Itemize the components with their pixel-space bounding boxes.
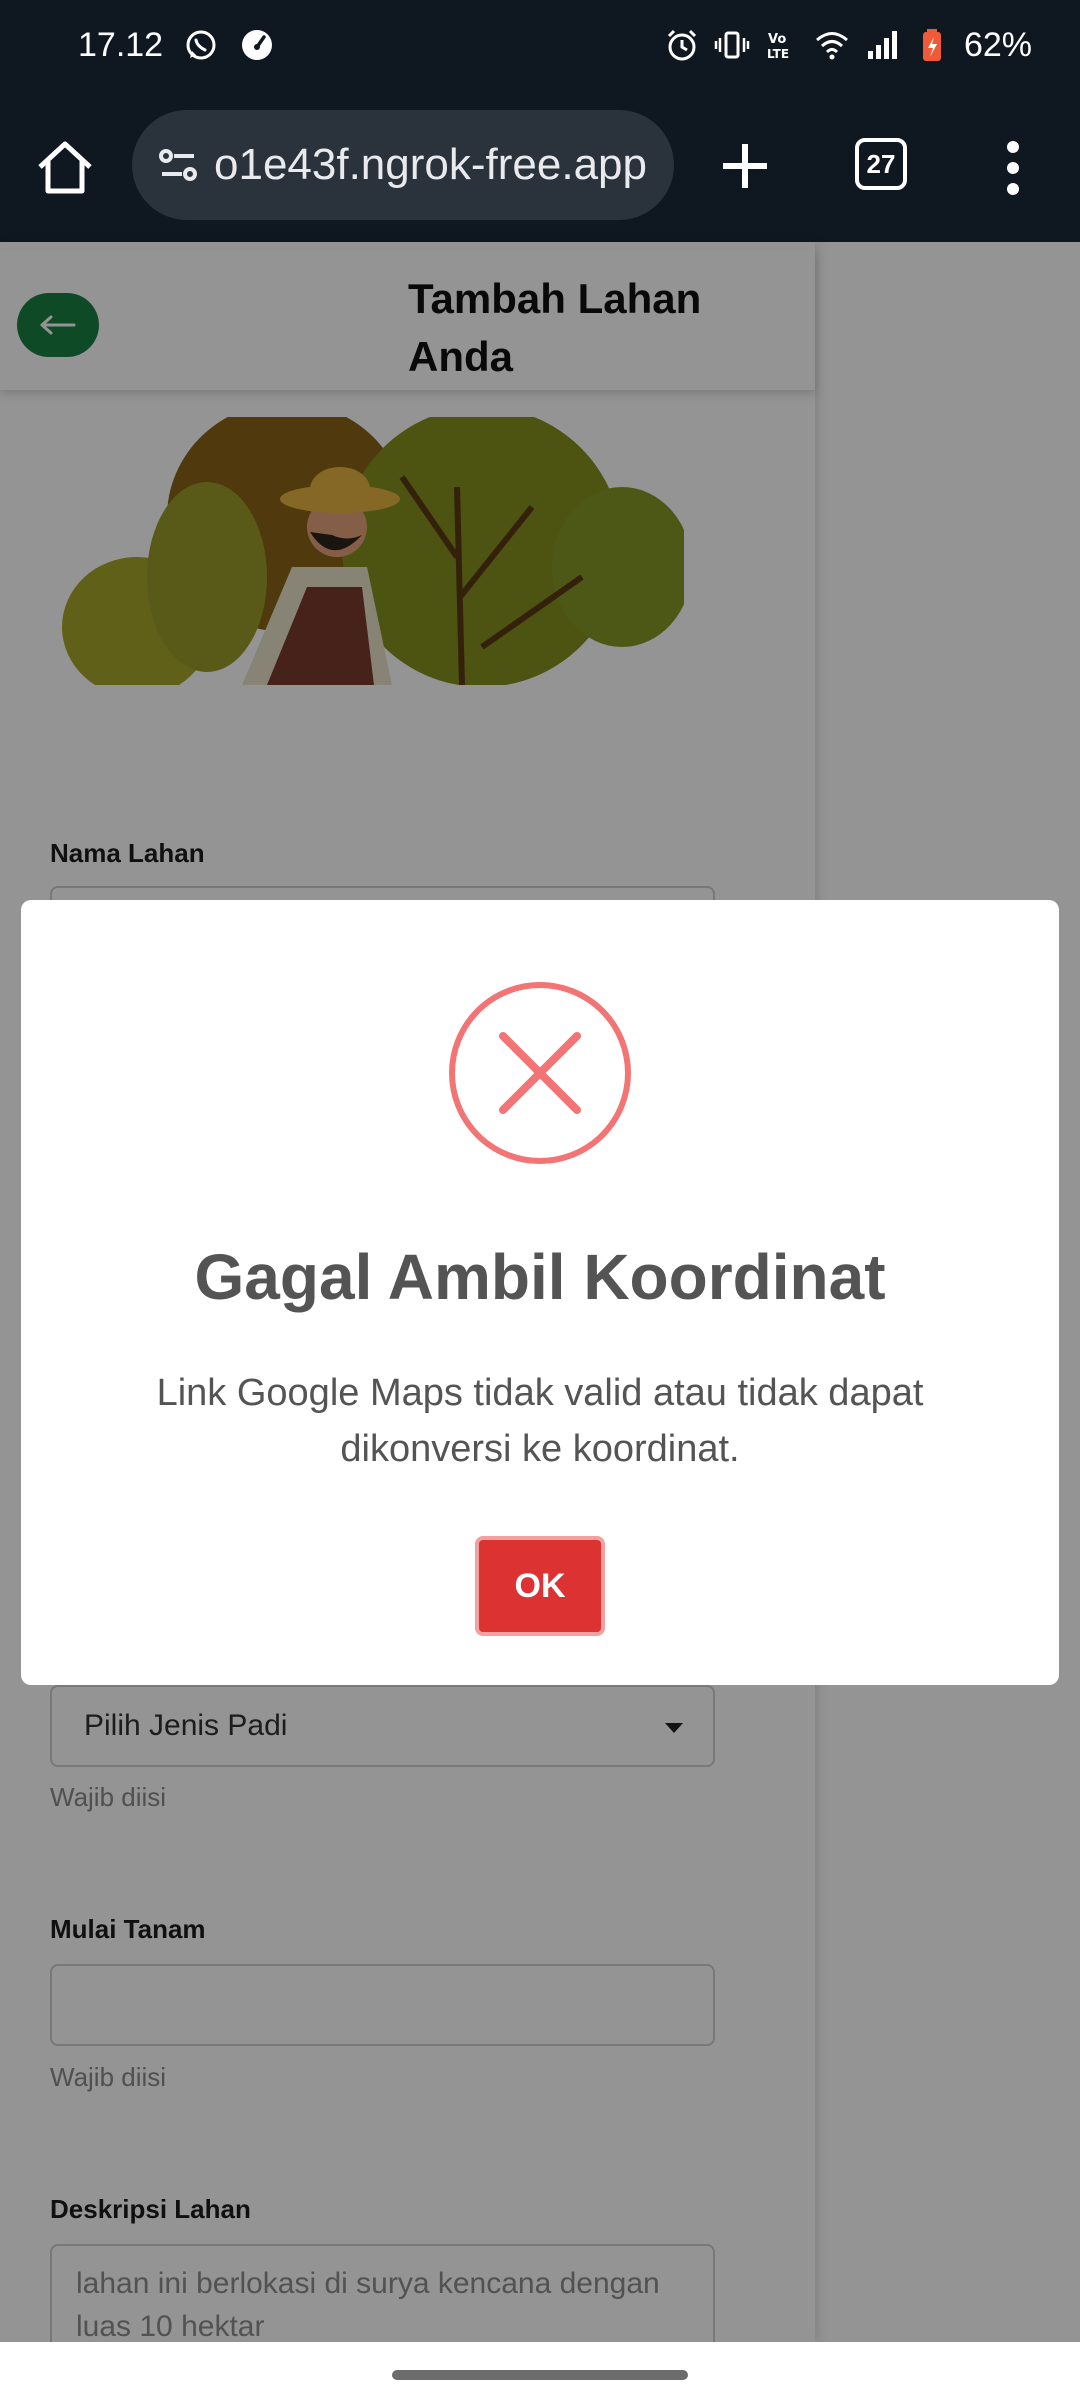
dialog-title: Gagal Ambil Koordinat [194,1241,886,1313]
tab-count: 27 [866,148,896,179]
navigation-bar [0,2342,1080,2408]
site-settings-icon[interactable] [154,140,204,190]
home-gesture-handle[interactable] [392,2370,688,2380]
address-bar[interactable]: o1e43f.ngrok-free.app [132,110,674,220]
svg-text:LTE: LTE [767,47,789,61]
status-bar: 17.12 Vo LTE 62% [0,0,1080,90]
vibrate-icon [714,31,750,59]
speedometer-icon [242,30,273,60]
whatsapp-icon [186,30,216,60]
ok-button[interactable]: OK [475,1536,605,1636]
url-text[interactable]: o1e43f.ngrok-free.app [214,140,647,190]
new-tab-plus-icon[interactable] [714,130,776,202]
svg-text:Vo: Vo [768,32,786,47]
home-icon[interactable] [30,133,100,203]
error-x-icon [449,982,631,1164]
volte-icon: Vo LTE [767,32,789,61]
battery-percent: 62% [963,25,1032,64]
alarm-icon [667,29,696,61]
status-time: 17.12 [78,25,164,64]
error-dialog: Gagal Ambil Koordinat Link Google Maps t… [21,900,1059,1685]
tab-switcher-button[interactable]: 27 [855,138,907,190]
more-menu-icon[interactable] [993,133,1033,203]
wifi-icon [815,32,848,60]
browser-toolbar: o1e43f.ngrok-free.app 27 [0,90,1080,242]
signal-icon [867,31,897,59]
dialog-message: Link Google Maps tidak valid atau tidak … [156,1372,924,1470]
battery-icon [922,29,941,61]
